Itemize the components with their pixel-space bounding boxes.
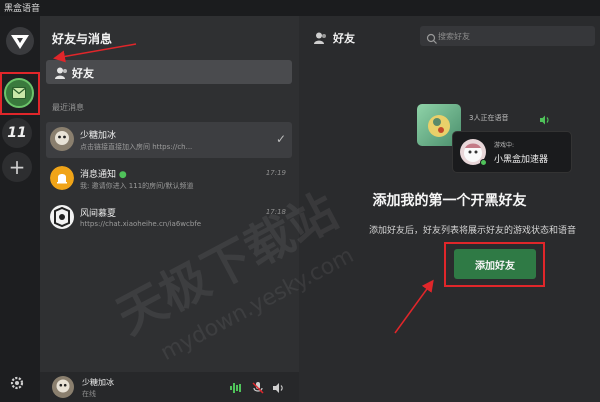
title-bar: 黑盒语音	[0, 0, 600, 16]
friend-search-input[interactable]	[438, 28, 588, 44]
mail-icon	[12, 87, 26, 99]
user-status: 在线	[82, 390, 96, 398]
notification-bell-icon	[50, 166, 74, 190]
empty-state-description: 添加好友后，好友列表将展示好友的游戏状态和语音	[369, 226, 577, 236]
mic-muted-icon[interactable]	[251, 380, 265, 394]
game-name: 小黑盒加速器	[494, 155, 549, 165]
message-preview: https://chat.xiaoheihe.cn/ia6wcbfe	[80, 220, 202, 228]
main-title: 好友	[333, 32, 355, 45]
message-time: 17:19	[265, 169, 286, 177]
settings-gear-icon[interactable]	[9, 375, 25, 391]
read-check-icon: ✓	[275, 132, 286, 146]
user-name: 少糖加冰	[82, 378, 114, 387]
speaker-icon[interactable]	[271, 380, 285, 394]
voice-count-text: 3人正在语音	[469, 114, 509, 122]
friends-messages-panel: 好友与消息 好友 最近消息 少糖加冰 点击链接直接加入房间 https://ch…	[40, 16, 299, 402]
avatar	[50, 205, 74, 229]
friend-search-box[interactable]	[420, 26, 595, 46]
empty-state-headline: 添加我的第一个开黑好友	[372, 193, 527, 209]
friends-nav-label: 好友	[72, 67, 94, 80]
voice-speaker-icon	[539, 111, 551, 125]
add-server-button[interactable]: +	[2, 152, 32, 182]
server-rail: 11 +	[0, 16, 40, 402]
verified-badge-icon: ●	[118, 170, 127, 180]
message-item-notifications[interactable]: 消息通知 ● 我: 邀请你进入 111的房间/默认频道 17:19	[46, 161, 292, 197]
server-button-11[interactable]: 11	[2, 118, 32, 148]
voice-activity-icon[interactable]	[229, 380, 243, 394]
message-name: 消息通知 ●	[80, 170, 127, 180]
friends-icon	[313, 30, 327, 44]
friends-nav-item[interactable]: 好友	[46, 60, 292, 84]
app-title: 黑盒语音	[4, 4, 41, 14]
avatar	[50, 127, 74, 151]
user-status-bar: 少糖加冰 在线	[40, 372, 299, 402]
recent-messages-heading: 最近消息	[52, 103, 84, 112]
plus-icon: +	[8, 155, 26, 179]
message-item-fengjianmuxia[interactable]: 风间慕夏 https://chat.xiaoheihe.cn/ia6wcbfe …	[46, 200, 292, 236]
message-name: 风间慕夏	[80, 209, 117, 219]
messages-button[interactable]	[4, 78, 34, 108]
panel-title: 好友与消息	[52, 32, 113, 46]
add-friend-button[interactable]: 添加好友	[454, 249, 536, 279]
friends-illustration: 3人正在语音 游戏中: 小黑盒加速器	[417, 102, 577, 182]
online-dot-icon	[480, 159, 487, 166]
playing-label: 游戏中:	[494, 142, 515, 149]
friends-main-area: 好友 3人正在语音	[299, 16, 600, 402]
user-avatar[interactable]	[52, 376, 74, 398]
search-icon	[426, 30, 438, 44]
heybox-logo-icon[interactable]	[5, 26, 35, 56]
friends-icon	[54, 65, 68, 79]
message-preview: 点击链接直接加入房间 https://ch...	[80, 143, 193, 151]
message-name: 少糖加冰	[80, 131, 117, 141]
message-time: 17:18	[265, 208, 286, 216]
message-item-shaotangjiabing[interactable]: 少糖加冰 点击链接直接加入房间 https://ch... ✓	[46, 122, 292, 158]
message-preview: 我: 邀请你进入 111的房间/默认频道	[80, 182, 194, 190]
playing-status-card: 游戏中: 小黑盒加速器	[452, 131, 572, 173]
